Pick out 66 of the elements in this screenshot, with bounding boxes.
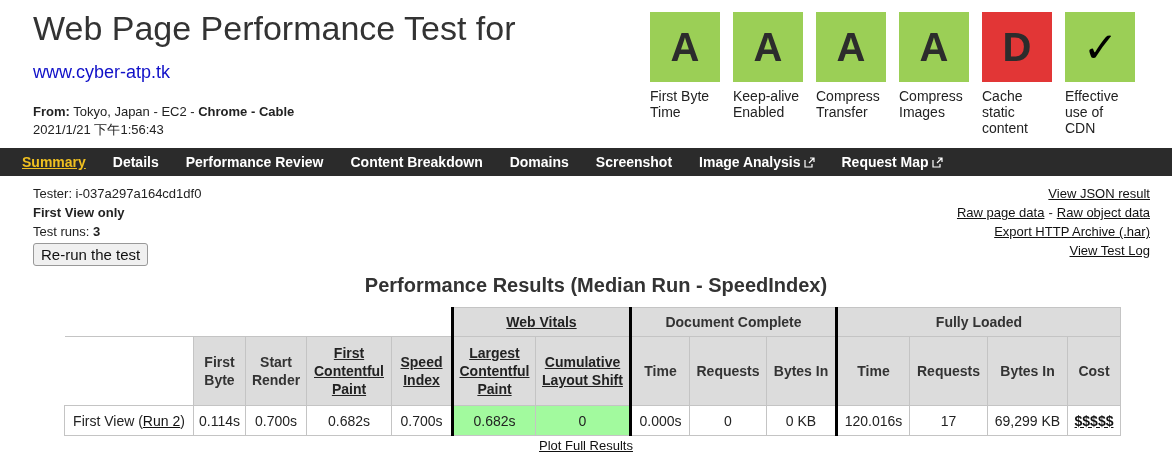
table-cell: 0.700s	[245, 405, 307, 436]
grade-label: Compress Images	[899, 88, 964, 120]
column-header: Bytes In	[987, 336, 1068, 406]
grade-badge: A	[816, 12, 886, 82]
table-cell: 0.114s	[193, 405, 246, 436]
nav-tab[interactable]: Summary	[22, 154, 86, 170]
cost-link[interactable]: $$$$$	[1074, 412, 1114, 429]
table-cell: 120.016s	[836, 405, 910, 436]
table-cell: 17	[909, 405, 988, 436]
grade-label: Effective use of CDN	[1065, 88, 1120, 136]
result-link[interactable]: Export HTTP Archive (.har)	[994, 224, 1150, 239]
grade-badge: A	[899, 12, 969, 82]
nav-tab[interactable]: Screenshot	[595, 154, 673, 170]
results-title: Performance Results (Median Run - SpeedIndex)	[363, 274, 829, 297]
table-cell: 0.682s	[452, 405, 536, 436]
column-header: Bytes In	[766, 336, 837, 406]
nav-tab[interactable]: Details	[112, 154, 159, 170]
test-location: From: Tokyo, Japan - EC2 - Chrome - Cable	[33, 103, 296, 121]
result-link[interactable]: Raw page data	[956, 205, 1045, 220]
column-header-link[interactable]: Speed Index	[395, 353, 448, 389]
column-header: Time	[630, 336, 690, 406]
nav-tab[interactable]: Image Analysis	[699, 154, 815, 170]
column-header: First Byte	[193, 336, 246, 406]
table-cell: 0 KB	[766, 405, 837, 436]
nav-tab[interactable]: Request Map	[841, 154, 943, 170]
column-header-link[interactable]: Largest Contentful Paint	[457, 344, 532, 398]
result-link[interactable]: Raw object data	[1056, 205, 1150, 220]
group-header: Fully Loaded	[836, 307, 1121, 337]
column-header: Cost	[1067, 336, 1121, 406]
group-header: Document Complete	[630, 307, 837, 337]
row-label: First View (Run 2)	[64, 405, 194, 436]
site-link[interactable]: www.cyber-atp.tk	[33, 62, 171, 83]
rerun-button[interactable]: Re-run the test	[33, 243, 149, 266]
table-cell: 0	[689, 405, 767, 436]
column-header-link[interactable]: First Contentful Paint	[310, 344, 388, 398]
test-runs: Test runs: 3	[33, 223, 102, 241]
grade-label: Cache static content	[982, 88, 1029, 136]
nav-tab[interactable]: Performance Review	[185, 154, 324, 170]
column-header: Start Render	[245, 336, 307, 406]
table-cell: 69,299 KB	[987, 405, 1068, 436]
test-date: 2021/1/21 下午1:56:43	[33, 121, 165, 139]
external-link-icon	[803, 156, 815, 168]
grade-label: Keep-alive Enabled	[733, 88, 801, 120]
grade-badge: A	[733, 12, 803, 82]
result-link[interactable]: View JSON result	[1048, 186, 1150, 201]
group-header-link[interactable]: Web Vitals	[506, 314, 577, 330]
link-separator: -	[1047, 205, 1054, 220]
column-header-link[interactable]: Cumulative Layout Shift	[539, 353, 626, 389]
view-mode: First View only	[33, 204, 126, 222]
grade-label: Compress Transfer	[816, 88, 881, 120]
column-header: Time	[836, 336, 910, 406]
nav-tab[interactable]: Domains	[509, 154, 569, 170]
plot-link[interactable]: Plot Full Results	[539, 438, 633, 453]
table-cell: 0.682s	[306, 405, 392, 436]
grade-badge: ✓	[1065, 12, 1135, 82]
result-link[interactable]: View Test Log	[1069, 243, 1150, 258]
grade-badge: D	[982, 12, 1052, 82]
external-link-icon	[931, 156, 943, 168]
page-title: Web Page Performance Test for	[33, 8, 516, 48]
column-header: Requests	[689, 336, 767, 406]
tester-id: Tester: i-037a297a164cd1df0	[33, 185, 202, 203]
table-cell: 0.000s	[630, 405, 690, 436]
column-header: Requests	[909, 336, 988, 406]
grade-label: First Byte Time	[650, 88, 711, 120]
nav-tab[interactable]: Content Breakdown	[350, 154, 483, 170]
grade-badge: A	[650, 12, 720, 82]
